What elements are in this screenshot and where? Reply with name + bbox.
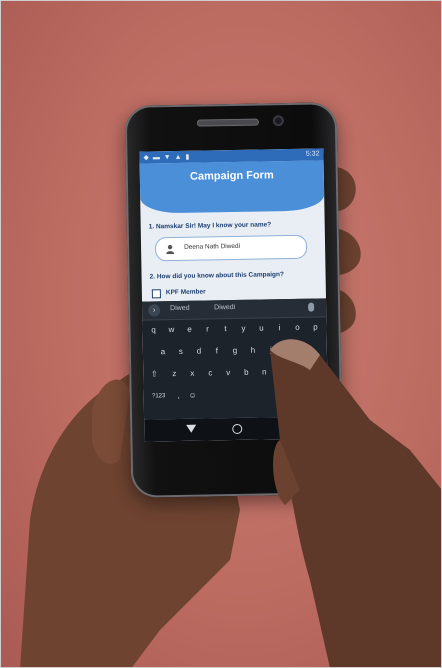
person-icon	[166, 244, 175, 255]
key-y[interactable]: y	[236, 322, 250, 336]
key-r[interactable]: r	[200, 322, 214, 336]
key-f[interactable]: f	[210, 344, 224, 358]
suggestion-1[interactable]: Diwed	[170, 305, 190, 312]
comma-key[interactable]: ,	[172, 389, 186, 403]
mic-icon[interactable]	[308, 302, 315, 312]
key-g[interactable]: g	[228, 344, 242, 358]
kpf-member-label: KPF Member	[165, 288, 206, 297]
back-icon[interactable]	[186, 424, 197, 433]
key-q[interactable]: q	[146, 323, 160, 337]
symbols-key[interactable]: ?123	[148, 389, 170, 403]
name-input-value: Deena Nath Diwedi	[184, 242, 241, 251]
kpf-member-checkbox[interactable]	[151, 289, 161, 299]
key-t[interactable]: t	[218, 322, 232, 336]
key-w[interactable]: w	[164, 323, 178, 337]
app-title: Campaign Form	[189, 169, 274, 183]
key-s[interactable]: s	[174, 345, 188, 359]
question-1: 1. Namskar Sir! May I know your name?	[148, 221, 272, 231]
chevron-right-icon[interactable]: ›	[148, 304, 161, 317]
key-z[interactable]: z	[167, 367, 181, 381]
emoji-icon[interactable]: ☺	[186, 389, 200, 403]
key-d[interactable]: d	[192, 344, 206, 358]
key-c[interactable]: c	[203, 366, 217, 380]
key-x[interactable]: x	[185, 367, 199, 381]
status-time: 5:32	[305, 150, 320, 158]
front-camera	[272, 115, 284, 127]
shift-key[interactable]: ⇧	[147, 367, 161, 381]
photo-scene: ◆ ▬ ▼ ▲ ▮ 5:32 Campaign Form 1. Namskar …	[0, 0, 442, 668]
status-icons: ◆ ▬ ▼ ▲ ▮	[143, 153, 191, 162]
home-icon[interactable]	[232, 423, 243, 435]
key-v[interactable]: v	[221, 366, 235, 380]
question-2: 2. How did you know about this Campaign?	[149, 271, 284, 281]
app-header: Campaign Form	[139, 160, 325, 214]
key-a[interactable]: a	[156, 345, 170, 359]
earpiece-speaker	[196, 118, 259, 127]
right-hand	[270, 339, 442, 668]
key-e[interactable]: e	[182, 323, 196, 337]
suggestion-2[interactable]: Diwedi	[214, 304, 235, 311]
name-input[interactable]: Deena Nath Diwedi	[154, 234, 308, 262]
